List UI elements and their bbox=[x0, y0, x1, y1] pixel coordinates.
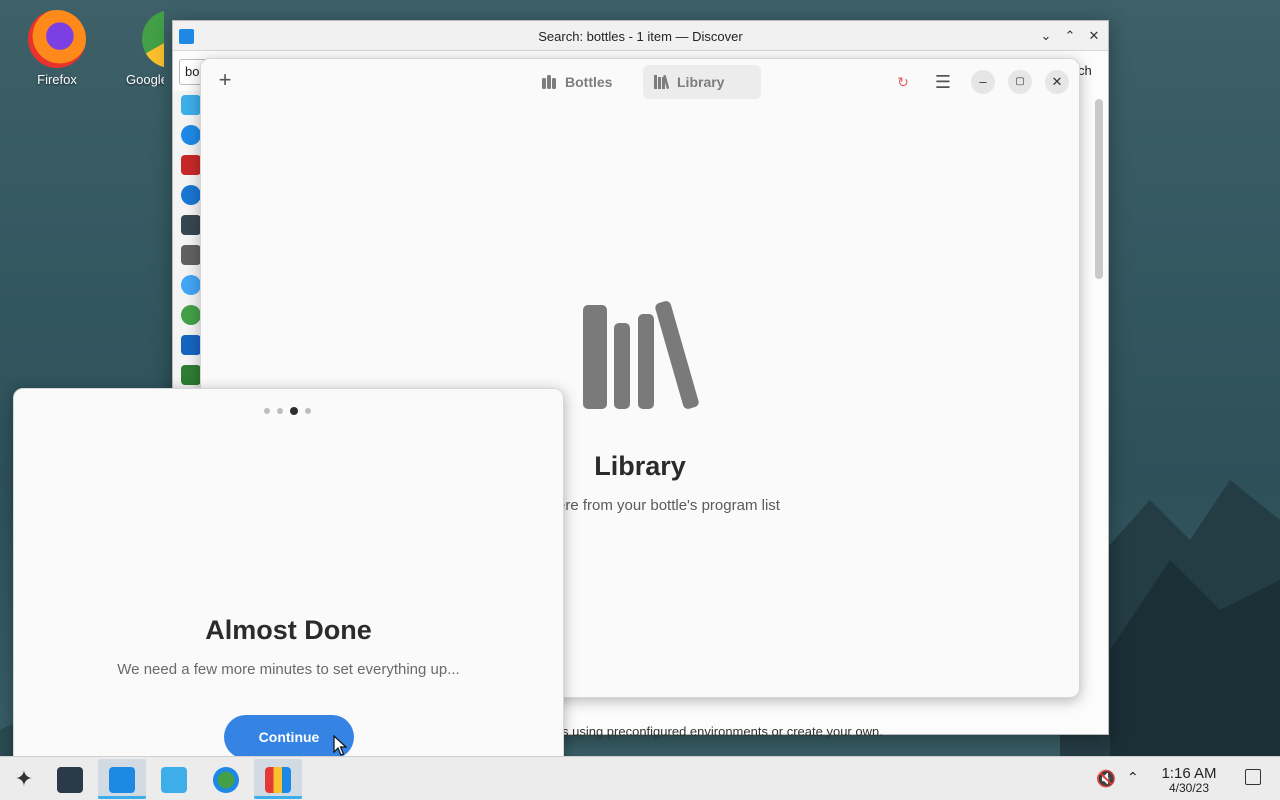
welcome-dialog: Almost Done We need a few more minutes t… bbox=[13, 388, 564, 768]
desktop-icon-firefox[interactable]: Firefox bbox=[12, 10, 102, 87]
toolbox-icon[interactable] bbox=[181, 155, 201, 175]
welcome-title: Almost Done bbox=[205, 615, 372, 645]
discover-titlebar[interactable]: Search: bottles - 1 item — Discover ⌄ ⌃ … bbox=[173, 21, 1108, 51]
taskbar-system-settings[interactable] bbox=[46, 759, 94, 799]
internet-icon[interactable] bbox=[181, 305, 201, 325]
page-dot[interactable] bbox=[277, 408, 283, 414]
education-icon[interactable] bbox=[181, 215, 201, 235]
search-button-fragment[interactable]: ch bbox=[1078, 63, 1092, 78]
library-tab-icon bbox=[654, 74, 669, 90]
maximize-button[interactable]: ⌃ bbox=[1061, 27, 1079, 45]
bottles-headerbar[interactable]: + Bottles Library ↻ ☰ – ▢ ✕ bbox=[201, 59, 1079, 105]
page-dot[interactable] bbox=[264, 408, 270, 414]
scrollbar[interactable] bbox=[1095, 99, 1103, 279]
close-button[interactable]: ✕ bbox=[1045, 70, 1069, 94]
office-icon[interactable] bbox=[181, 365, 201, 385]
tab-label: Bottles bbox=[565, 74, 613, 90]
welcome-description: We need a few more minutes to set everyt… bbox=[117, 661, 460, 678]
accessibility-icon[interactable] bbox=[181, 125, 201, 145]
tab-label: Library bbox=[677, 74, 725, 90]
description-fragment: s using preconfigured environments or cr… bbox=[562, 724, 883, 739]
page-dot[interactable] bbox=[305, 408, 311, 414]
desktop-icon-google-chrome[interactable]: Google bbox=[104, 10, 164, 87]
show-desktop-icon[interactable] bbox=[1245, 769, 1261, 785]
close-button[interactable]: ✕ bbox=[1085, 27, 1103, 45]
tab-bottles[interactable]: Bottles bbox=[531, 65, 624, 99]
minimize-button[interactable]: ⌄ bbox=[1037, 27, 1055, 45]
gamepad-icon[interactable] bbox=[181, 245, 201, 265]
tray-expand-icon[interactable]: ⌃ bbox=[1127, 769, 1139, 800]
minimize-button[interactable]: – bbox=[971, 70, 995, 94]
clock-time: 1:16 AM bbox=[1161, 765, 1217, 782]
taskbar-bottles[interactable] bbox=[254, 759, 302, 799]
taskbar-discover[interactable] bbox=[98, 759, 146, 799]
maximize-button[interactable]: ▢ bbox=[1008, 70, 1032, 94]
globe-icon bbox=[213, 767, 239, 793]
taskbar: ✦ 🔇 ⌃ 1:16 AM 4/30/23 bbox=[0, 756, 1280, 800]
taskbar-browser[interactable] bbox=[202, 759, 250, 799]
desktop-icon-label: Firefox bbox=[37, 72, 77, 87]
firefox-icon bbox=[28, 10, 86, 68]
tab-library[interactable]: Library bbox=[643, 65, 761, 99]
mouse-cursor-icon bbox=[333, 735, 347, 756]
clock[interactable]: 1:16 AM 4/30/23 bbox=[1152, 765, 1226, 795]
app-launcher[interactable]: ✦ bbox=[0, 759, 48, 799]
graphics-icon[interactable] bbox=[181, 275, 201, 295]
folder-icon bbox=[161, 767, 187, 793]
page-dot-current[interactable] bbox=[290, 407, 298, 415]
launcher-icon: ✦ bbox=[14, 766, 34, 791]
development-icon[interactable] bbox=[181, 185, 201, 205]
bottles-tab-icon bbox=[542, 75, 556, 89]
chrome-icon bbox=[142, 10, 164, 68]
page-indicator bbox=[264, 407, 311, 415]
library-illustration-icon bbox=[583, 301, 699, 409]
clock-date: 4/30/23 bbox=[1168, 781, 1210, 795]
discover-icon bbox=[109, 767, 135, 793]
multimedia-icon[interactable] bbox=[181, 335, 201, 355]
settings-icon bbox=[57, 767, 83, 793]
volume-muted-icon[interactable]: 🔇 bbox=[1096, 769, 1116, 800]
library-description: ere from your bottle's program list bbox=[557, 497, 780, 514]
add-icon[interactable]: + bbox=[213, 69, 237, 93]
bottles-icon bbox=[265, 767, 291, 793]
window-title: Search: bottles - 1 item — Discover bbox=[538, 29, 743, 44]
home-icon[interactable] bbox=[181, 95, 201, 115]
download-icon[interactable]: ↻ bbox=[891, 70, 915, 94]
desktop-icon-label: Google bbox=[126, 72, 164, 87]
menu-icon[interactable]: ☰ bbox=[931, 70, 955, 94]
taskbar-file-manager[interactable] bbox=[150, 759, 198, 799]
